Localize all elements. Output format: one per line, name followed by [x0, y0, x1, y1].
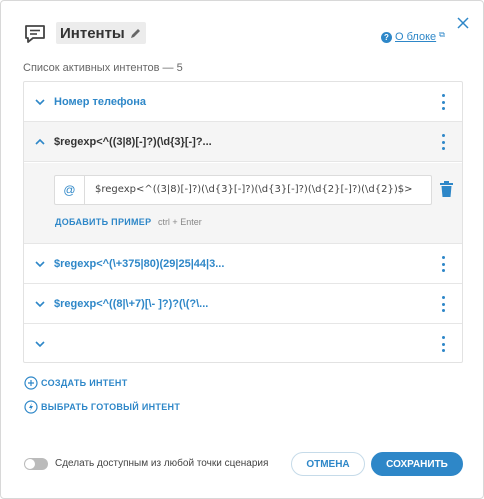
- choose-intent-label: ВЫБРАТЬ ГОТОВЫЙ ИНТЕНТ: [41, 402, 181, 412]
- close-icon[interactable]: [457, 17, 469, 29]
- more-menu-icon[interactable]: [440, 134, 446, 150]
- lightning-circle-icon: [24, 400, 38, 414]
- intent-row[interactable]: [24, 324, 462, 364]
- cancel-button[interactable]: ОТМЕНА: [291, 452, 365, 476]
- intent-row-expanded[interactable]: $regexp<^((3|8)[-]?)(\d{3}[-]?...: [24, 122, 462, 162]
- add-example-button[interactable]: ДОБАВИТЬ ПРИМЕР ctrl + Enter: [55, 217, 202, 227]
- add-example-label: ДОБАВИТЬ ПРИМЕР: [55, 217, 152, 227]
- intents-list: Номер телефона $regexp<^((3|8)[-]?)(\d{3…: [23, 81, 463, 363]
- more-menu-icon[interactable]: [440, 336, 446, 352]
- trash-icon[interactable]: [440, 181, 453, 197]
- availability-toggle[interactable]: [24, 458, 48, 470]
- chevron-down-icon[interactable]: [35, 299, 45, 309]
- availability-toggle-label: Сделать доступным из любой точки сценари…: [55, 458, 269, 469]
- intent-examples-panel: @ $regexp<^((3|8)[-]?)(\d{3}[-]?)(\d{3}[…: [24, 163, 462, 244]
- intent-name[interactable]: $regexp<^((3|8)[-]?)(\d{3}[-]?...: [54, 136, 212, 148]
- choose-intent-button[interactable]: ВЫБРАТЬ ГОТОВЫЙ ИНТЕНТ: [24, 400, 180, 414]
- intent-row[interactable]: $regexp<^(\+375|80)(29|25|44|3...: [24, 244, 462, 284]
- create-intent-button[interactable]: СОЗДАТЬ ИНТЕНТ: [24, 376, 128, 390]
- save-button[interactable]: СОХРАНИТЬ: [371, 452, 463, 476]
- title-editable[interactable]: Интенты: [56, 22, 146, 44]
- toggle-knob: [25, 459, 35, 469]
- active-intents-count: Список активных интентов — 5: [23, 62, 183, 74]
- chevron-down-icon[interactable]: [35, 339, 45, 349]
- example-field[interactable]: @ $regexp<^((3|8)[-]?)(\d{3}[-]?)(\d{3}[…: [54, 175, 432, 205]
- help-icon: ?: [381, 31, 392, 43]
- chevron-down-icon[interactable]: [35, 97, 45, 107]
- create-intent-label: СОЗДАТЬ ИНТЕНТ: [41, 378, 128, 388]
- intent-row[interactable]: $regexp<^((8|\+7)[\- ]?)?(\(?\...: [24, 284, 462, 324]
- intent-name[interactable]: $regexp<^(\+375|80)(29|25|44|3...: [54, 258, 224, 270]
- chevron-down-icon[interactable]: [35, 259, 45, 269]
- intent-name[interactable]: $regexp<^((8|\+7)[\- ]?)?(\(?\...: [54, 298, 208, 310]
- intents-panel: Интенты ? О блоке ⧉ Список активных инте…: [0, 0, 484, 499]
- more-menu-icon[interactable]: [440, 296, 446, 312]
- pencil-icon[interactable]: [130, 27, 142, 39]
- external-link-icon: ⧉: [439, 29, 445, 39]
- more-menu-icon[interactable]: [440, 256, 446, 272]
- intent-row[interactable]: Номер телефона: [24, 82, 462, 122]
- about-block-link[interactable]: ? О блоке ⧉: [381, 29, 445, 43]
- about-link-label: О блоке: [395, 31, 437, 43]
- more-menu-icon[interactable]: [440, 94, 446, 110]
- chevron-up-icon[interactable]: [35, 137, 45, 147]
- page-title: Интенты: [60, 24, 125, 42]
- add-example-hint: ctrl + Enter: [157, 217, 202, 227]
- intent-chat-icon: [25, 25, 45, 43]
- plus-circle-icon: [24, 376, 38, 390]
- example-value[interactable]: $regexp<^((3|8)[-]?)(\d{3}[-]?)(\d{3}[-]…: [95, 184, 413, 195]
- intent-name[interactable]: Номер телефона: [54, 96, 146, 108]
- at-icon: @: [55, 176, 85, 204]
